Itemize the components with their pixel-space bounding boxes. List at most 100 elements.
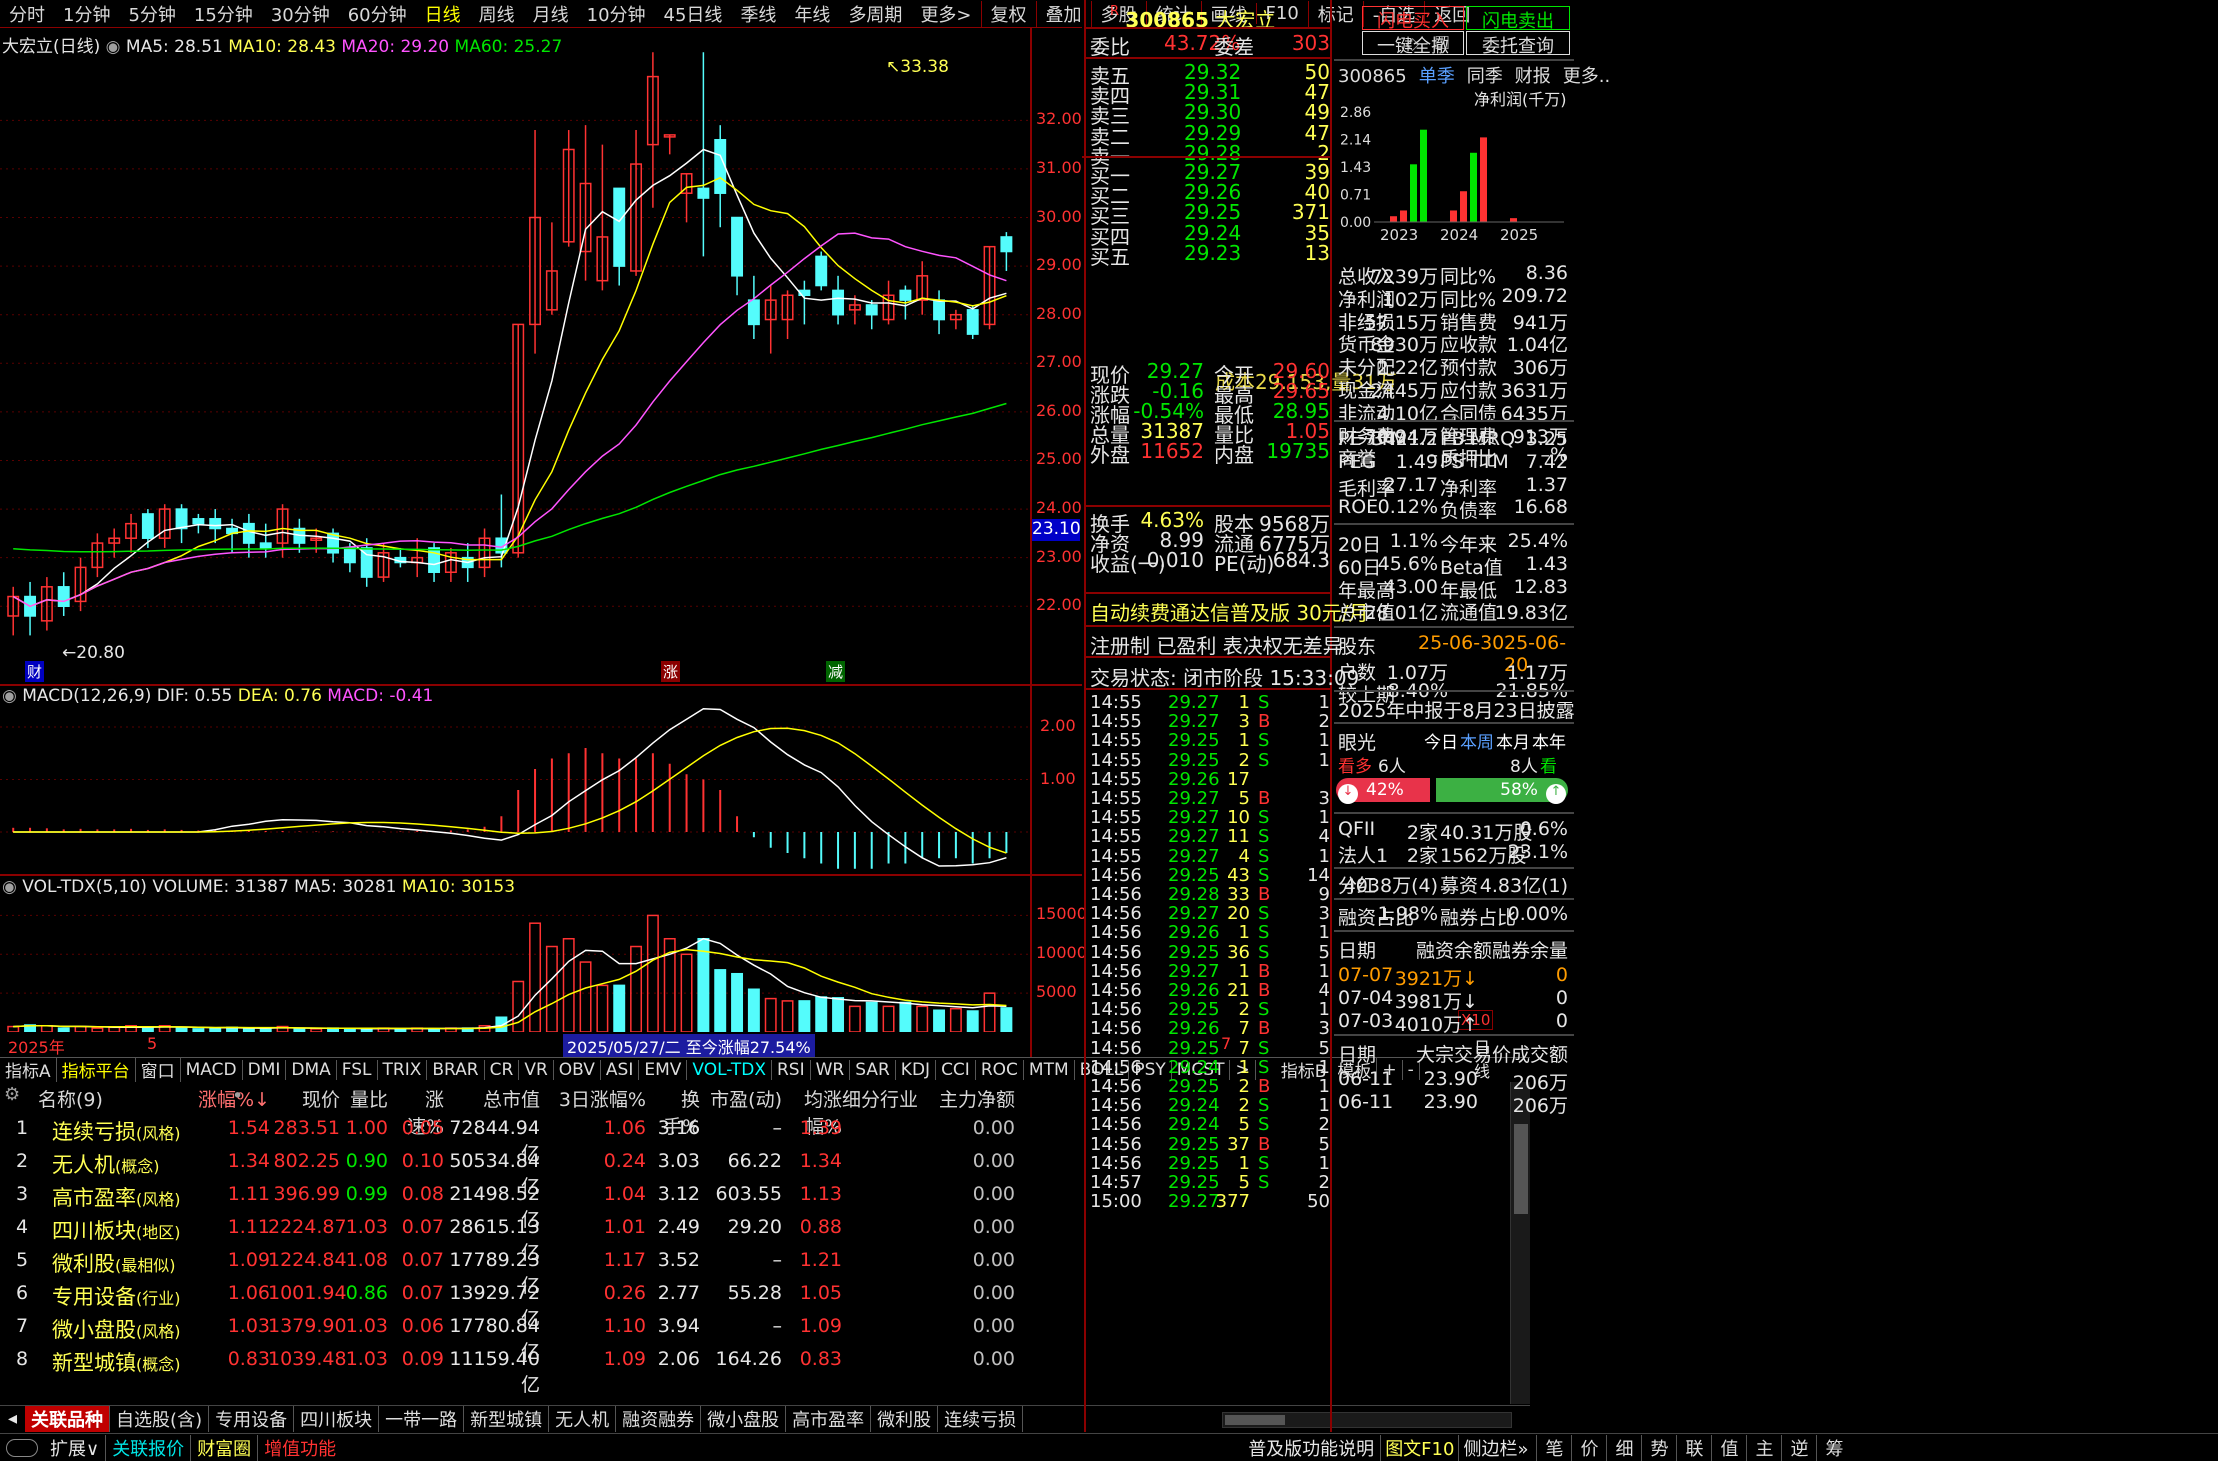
eye-tab[interactable]: 今日 <box>1424 728 1458 753</box>
indicator-tab[interactable]: BRAR <box>427 1059 485 1080</box>
indicator-tab[interactable]: ASI <box>601 1059 640 1080</box>
period-tab[interactable]: 更多> <box>911 1 980 27</box>
period-tab[interactable]: 30分钟 <box>262 1 339 27</box>
candlestick-chart[interactable] <box>0 28 1030 684</box>
panel-tab[interactable]: 细 <box>1606 1434 1641 1461</box>
panel-tab[interactable]: 价 <box>1571 1434 1606 1461</box>
tick-list[interactable]: 14:55 29.27 1 S 1 14:55 29.27 3 B 2 14:55 29.25 1 S 1 1… <box>1086 692 1332 1430</box>
bottom-tab[interactable]: 专用设备 <box>209 1405 295 1432</box>
panel-tab[interactable]: 势 <box>1641 1434 1676 1461</box>
indicator-tab[interactable]: FSL <box>337 1059 378 1080</box>
panel-tab[interactable]: 联 <box>1676 1434 1711 1461</box>
bottom-tab[interactable]: 关联品种 <box>25 1405 111 1432</box>
period-tab[interactable]: 10分钟 <box>578 1 655 27</box>
indicator-tab[interactable]: KDJ <box>896 1059 937 1080</box>
bottom-tab[interactable]: 融资融券 <box>616 1405 702 1432</box>
macd-chart[interactable] <box>0 706 1030 874</box>
tool-button[interactable]: 复权 <box>980 0 1036 27</box>
fin-tab[interactable]: 单季 <box>1419 66 1455 87</box>
bottom-tab[interactable]: 新型城镇 <box>464 1405 550 1432</box>
status-wealth[interactable]: 财富圈 <box>190 1434 257 1461</box>
indicator-tab[interactable]: VOL-TDX <box>687 1059 772 1080</box>
eye-tab[interactable]: 本年 <box>1532 728 1566 753</box>
table-header-cell[interactable]: 3日涨幅% <box>550 1085 646 1112</box>
marker-zhang[interactable]: 涨 <box>661 661 681 682</box>
indicator-tab[interactable]: 指标A <box>0 1057 57 1082</box>
indicator-tab[interactable]: EMV <box>639 1059 688 1080</box>
bottom-tab[interactable]: 微利股 <box>871 1405 939 1432</box>
period-tab[interactable]: 季线 <box>731 1 785 27</box>
period-tab[interactable]: 月线 <box>524 1 578 27</box>
collapse-icon[interactable]: ^ <box>1450 413 1462 429</box>
status-help[interactable]: 普及版功能说明 <box>1242 1435 1380 1461</box>
period-tab[interactable]: 周线 <box>470 1 524 27</box>
eye-tab[interactable]: 本月 <box>1496 728 1530 753</box>
tab-arrow-icon[interactable]: ◂ <box>0 1408 25 1429</box>
marker-cai[interactable]: 财 <box>25 661 45 682</box>
bottom-tab[interactable]: 自选股(含) <box>110 1405 210 1432</box>
period-tab[interactable]: 60分钟 <box>339 1 416 27</box>
bottom-tab[interactable]: 连续亏损 <box>938 1405 1024 1432</box>
macd-settings-icon[interactable]: ◉ <box>2 686 17 706</box>
panel-tab[interactable]: 笔 <box>1536 1434 1571 1461</box>
fin-tab[interactable]: 同季 <box>1467 66 1503 87</box>
status-expand[interactable]: 扩展∨ <box>44 1435 105 1461</box>
order-query-button[interactable]: 委托查询 <box>1466 31 1570 57</box>
eye-tab[interactable]: 本周 <box>1460 728 1494 753</box>
bottom-tab[interactable]: 微小盘股 <box>701 1405 787 1432</box>
order-row[interactable]: 买五 29.23 13 <box>1090 241 1330 269</box>
table-header-cell[interactable]: 量比 <box>330 1085 388 1112</box>
indicator-tab[interactable]: OBV <box>554 1059 601 1080</box>
panel-tab[interactable]: 主 <box>1746 1434 1781 1461</box>
period-tab[interactable]: 5分钟 <box>119 1 184 27</box>
bottom-tab[interactable]: 高市盈率 <box>786 1405 872 1432</box>
volume-chart[interactable] <box>0 896 1030 1032</box>
indicator-tab[interactable]: VR <box>519 1059 554 1080</box>
indicator-tab[interactable]: SAR <box>850 1059 896 1080</box>
indicator-tab[interactable]: WR <box>811 1059 851 1080</box>
indicator-tab[interactable]: DMA <box>286 1059 337 1080</box>
status-related-quote[interactable]: 关联报价 <box>105 1434 190 1461</box>
indicator-tab[interactable]: TRIX <box>378 1059 428 1080</box>
flash-buy-button[interactable]: 闪电买入 <box>1362 6 1464 32</box>
period-tab[interactable]: 多周期 <box>839 1 911 27</box>
fin-tab[interactable]: 财报 <box>1515 66 1551 87</box>
indicator-tab[interactable]: RSI <box>772 1059 811 1080</box>
table-header-cell[interactable]: 总市值 <box>448 1085 540 1112</box>
indicator-tab[interactable]: 窗口 <box>136 1057 181 1082</box>
table-header-cell[interactable]: 名称(9) <box>38 1085 178 1112</box>
indicator-tab[interactable]: CCI <box>936 1059 976 1080</box>
indicator-tab[interactable]: CR <box>485 1059 520 1080</box>
cancel-all-button[interactable]: 一键全撤 <box>1362 31 1464 57</box>
indicator-tab[interactable]: ROC <box>976 1059 1024 1080</box>
flash-sell-button[interactable]: 闪电卖出 <box>1466 6 1570 32</box>
period-tab[interactable]: 45日线 <box>655 1 732 27</box>
panel-tab[interactable]: 筹 <box>1816 1434 1851 1461</box>
status-f10[interactable]: 图文F10 <box>1380 1434 1458 1461</box>
fin-tab[interactable]: 更多.. <box>1563 66 1610 87</box>
period-tab[interactable]: 年线 <box>785 1 839 27</box>
period-tab[interactable]: 日线 <box>416 1 470 27</box>
bottom-tab[interactable]: 四川板块 <box>294 1405 380 1432</box>
toggle-icon[interactable] <box>6 1438 38 1457</box>
table-header-cell[interactable]: 主力净额 <box>935 1085 1015 1112</box>
fin-tab[interactable]: 300865 <box>1338 66 1407 87</box>
ad-banner[interactable]: 自动续费通达信普及版 30元/月 <box>1090 597 1369 626</box>
table-settings-icon[interactable]: ⚙ <box>4 1084 20 1105</box>
marker-jian[interactable]: 减 <box>826 661 846 682</box>
period-tab[interactable]: 分时 <box>0 1 54 27</box>
vol-settings-icon[interactable]: ◉ <box>2 877 17 897</box>
panel-tab[interactable]: 逆 <box>1781 1434 1816 1461</box>
indicator-tab[interactable]: MACD <box>181 1059 243 1080</box>
period-tab[interactable]: 1分钟 <box>54 1 119 27</box>
period-tab[interactable]: 15分钟 <box>185 1 262 27</box>
indicator-tab[interactable]: 指标平台 <box>57 1057 136 1082</box>
indicator-tab[interactable]: DMI <box>243 1059 287 1080</box>
bottom-tab[interactable]: 无人机 <box>549 1405 617 1432</box>
bottom-tab[interactable]: 一带一路 <box>379 1405 465 1432</box>
panel-tab[interactable]: 值 <box>1711 1434 1746 1461</box>
table-header-cell[interactable]: 细分行业 <box>842 1085 942 1112</box>
status-sidebar[interactable]: 侧边栏» <box>1458 1434 1532 1461</box>
status-vas[interactable]: 增值功能 <box>257 1434 342 1461</box>
indicator-tab[interactable]: MTM <box>1024 1059 1075 1080</box>
